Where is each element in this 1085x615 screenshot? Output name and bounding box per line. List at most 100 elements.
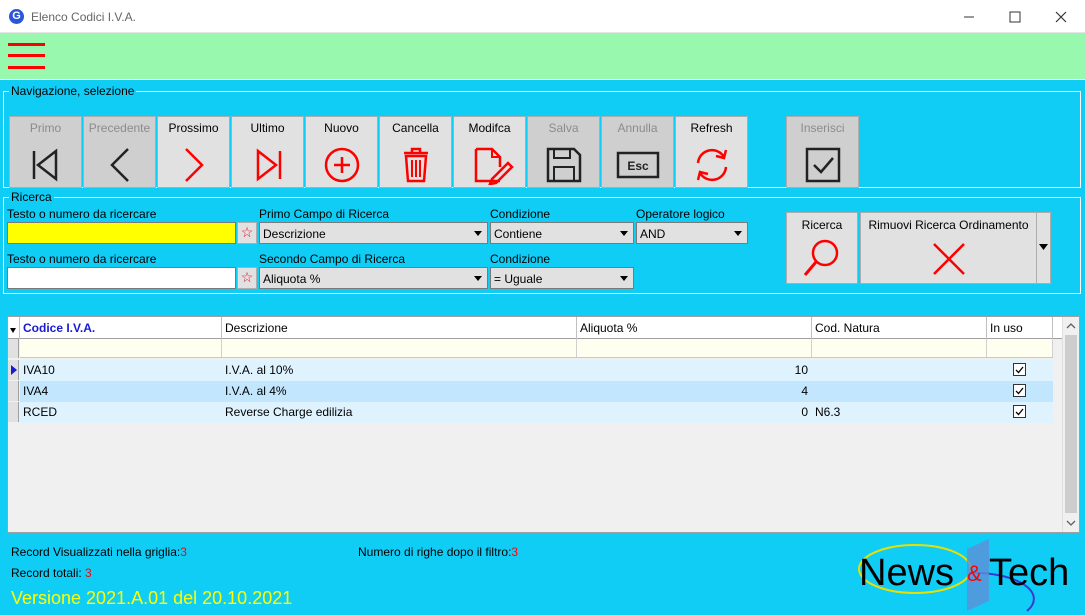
first-search-field-select[interactable]: Descrizione	[259, 222, 488, 244]
refresh-button[interactable]: Refresh	[675, 116, 748, 188]
row-indicator[interactable]	[8, 381, 19, 401]
column-header-aliquota[interactable]: Aliquota %	[577, 317, 812, 339]
delete-record-label: Cancella	[392, 121, 439, 135]
row-indicator[interactable]	[8, 360, 19, 380]
in-uso-checkbox[interactable]	[1013, 405, 1026, 418]
cell-natura[interactable]: N6.3	[812, 402, 987, 423]
check-icon	[1015, 387, 1024, 395]
checkbox-icon	[805, 147, 841, 183]
delete-record-button[interactable]: Cancella	[379, 116, 452, 188]
cell-codice[interactable]: IVA4	[20, 381, 222, 402]
cell-codice[interactable]: IVA10	[20, 360, 222, 381]
scrollbar-thumb[interactable]	[1065, 335, 1077, 513]
menu-bar	[0, 33, 1085, 79]
logo-ampersand: &	[967, 561, 982, 586]
filter-cell-aliquota[interactable]	[577, 339, 812, 357]
next-record-button[interactable]: Prossimo	[157, 116, 230, 188]
table-row[interactable]: IVA4 I.V.A. al 4% 4	[20, 381, 1053, 402]
cell-aliquota[interactable]: 0	[577, 402, 812, 423]
scroll-up-icon[interactable]	[1063, 319, 1079, 333]
search-text-input-2[interactable]	[7, 267, 236, 289]
table-row[interactable]: RCED Reverse Charge edilizia 0 N6.3	[20, 402, 1053, 423]
cancel-label: Annulla	[617, 121, 658, 135]
insert-label: Inserisci	[800, 121, 845, 135]
total-records-status: Record totali: 3	[11, 566, 92, 580]
first-record-button[interactable]: Primo	[9, 116, 82, 188]
check-icon	[1015, 408, 1024, 416]
search-text-input-1[interactable]	[7, 222, 236, 244]
new-record-label: Nuovo	[324, 121, 359, 135]
filter-cell-in-uso[interactable]	[987, 339, 1053, 357]
minimize-icon	[964, 16, 974, 18]
chevron-down-icon	[730, 223, 747, 243]
hamburger-menu-icon[interactable]	[8, 41, 45, 71]
search-icon	[803, 239, 839, 276]
grid-header: Codice I.V.A. Descrizione Aliquota % Cod…	[8, 317, 1063, 339]
cell-aliquota[interactable]: 4	[577, 381, 812, 402]
search-button[interactable]: Ricerca	[786, 212, 858, 284]
plus-circle-icon	[324, 147, 360, 183]
maximize-button[interactable]	[992, 0, 1038, 33]
column-header-descrizione[interactable]: Descrizione	[222, 317, 577, 339]
visible-records-status: Record Visualizzati nella griglia:3	[11, 545, 187, 559]
cell-natura[interactable]	[812, 381, 987, 402]
remove-search-sort-button[interactable]: Rimuovi Ricerca Ordinamento	[860, 212, 1037, 284]
main-panel: Navigazione, selezione Primo Precedente …	[0, 79, 1085, 615]
edit-record-label: Modifca	[468, 121, 511, 135]
column-header-codice[interactable]: Codice I.V.A.	[20, 317, 222, 339]
save-button[interactable]: Salva	[527, 116, 600, 188]
in-uso-checkbox[interactable]	[1013, 363, 1026, 376]
first-search-field-label: Primo Campo di Ricerca	[259, 207, 390, 221]
second-search-field-value: Aliquota %	[263, 272, 321, 286]
condition-select-1[interactable]: Contiene	[490, 222, 634, 244]
filter-cell-codice[interactable]	[20, 339, 222, 357]
cell-descrizione[interactable]: Reverse Charge edilizia	[222, 402, 577, 423]
cell-aliquota[interactable]: 10	[577, 360, 812, 381]
refresh-icon	[696, 148, 728, 182]
close-x-icon	[933, 243, 965, 275]
favorite-star-button-2[interactable]: ☆	[237, 267, 257, 289]
filter-cell-descrizione[interactable]	[222, 339, 577, 357]
chevron-down-icon	[616, 268, 633, 288]
filter-row[interactable]	[20, 339, 1053, 358]
cell-codice[interactable]: RCED	[20, 402, 222, 423]
in-uso-checkbox[interactable]	[1013, 384, 1026, 397]
cancel-button[interactable]: Annulla Esc	[601, 116, 674, 188]
header-corner	[8, 317, 20, 339]
logical-operator-label: Operatore logico	[636, 207, 725, 221]
search-button-label: Ricerca	[801, 218, 843, 232]
window-title: Elenco Codici I.V.A.	[31, 10, 136, 24]
first-search-field-value: Descrizione	[263, 227, 326, 241]
scroll-down-icon[interactable]	[1063, 516, 1079, 530]
table-row[interactable]: IVA10 I.V.A. al 10% 10	[20, 360, 1053, 381]
cell-natura[interactable]	[812, 360, 987, 381]
refresh-label: Refresh	[690, 121, 733, 135]
chevron-down-icon	[616, 223, 633, 243]
search-group-title: Ricerca	[9, 190, 54, 204]
cell-descrizione[interactable]: I.V.A. al 4%	[222, 381, 577, 402]
close-button[interactable]	[1038, 0, 1084, 33]
sort-caret-icon	[10, 328, 16, 333]
second-search-field-select[interactable]: Aliquota %	[259, 267, 488, 289]
previous-record-button[interactable]: Precedente	[83, 116, 156, 188]
minimize-button[interactable]	[946, 0, 992, 33]
cell-descrizione[interactable]: I.V.A. al 10%	[222, 360, 577, 381]
version-text: Versione 2021.A.01 del 20.10.2021	[11, 588, 293, 608]
favorite-star-button-1[interactable]: ☆	[237, 222, 257, 244]
floppy-disk-icon	[546, 147, 582, 183]
filter-cell-natura[interactable]	[812, 339, 987, 357]
column-header-natura[interactable]: Cod. Natura	[812, 317, 987, 339]
column-header-in-uso[interactable]: In uso	[987, 317, 1053, 339]
vertical-scrollbar[interactable]	[1062, 317, 1079, 532]
edit-document-icon	[474, 147, 514, 185]
row-indicator[interactable]	[8, 402, 19, 422]
dropdown-arrow-button[interactable]	[1036, 212, 1051, 284]
condition-select-2[interactable]: = Uguale	[490, 267, 634, 289]
insert-button[interactable]: Inserisci	[786, 116, 859, 188]
edit-record-button[interactable]: Modifca	[453, 116, 526, 188]
logical-operator-select[interactable]: AND	[636, 222, 748, 244]
first-record-label: Primo	[29, 121, 62, 135]
new-record-button[interactable]: Nuovo	[305, 116, 378, 188]
last-record-button[interactable]: Ultimo	[231, 116, 304, 188]
condition-value-1: Contiene	[494, 227, 543, 241]
